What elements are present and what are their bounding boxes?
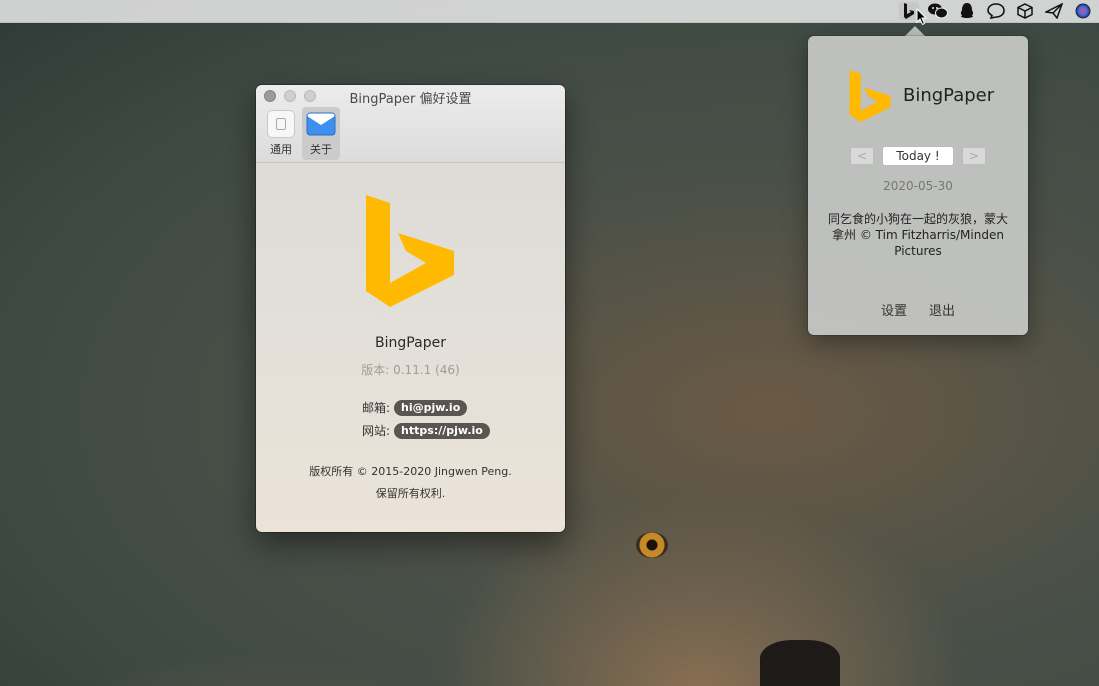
today-button[interactable]: Today !: [882, 146, 954, 166]
chevron-right-icon: >: [968, 149, 980, 163]
previous-day-button[interactable]: <: [850, 147, 874, 165]
email-row: 邮箱: hi@pjw.io: [362, 399, 468, 416]
tab-general-label: 通用: [270, 143, 292, 156]
copyright-line-2: 保留所有权利.: [375, 487, 446, 500]
app-version: 版本: 0.11.1 (46): [361, 363, 460, 377]
window-title: BingPaper 偏好设置: [349, 92, 472, 107]
quit-button[interactable]: 退出: [929, 300, 955, 319]
wechat-icon[interactable]: [928, 2, 948, 20]
status-tray: [899, 2, 1093, 20]
app-name: BingPaper: [375, 335, 446, 351]
website-label: 网站:: [362, 424, 391, 438]
popover-brand: BingPaper: [903, 85, 995, 106]
email-link[interactable]: hi@pjw.io: [394, 399, 468, 416]
website-link[interactable]: https://pjw.io: [394, 422, 490, 439]
preferences-window: BingPaper 偏好设置 通用 关于 BingPaper 版本: 0.11.…: [256, 85, 565, 532]
popover-arrow: [905, 26, 925, 36]
popover-actions: 设置 退出: [808, 300, 1028, 319]
about-icon: [306, 112, 336, 136]
wallpaper-wolf-nose: [760, 640, 840, 686]
preferences-toolbar: 通用 关于: [262, 107, 340, 160]
next-day-button[interactable]: >: [962, 147, 986, 165]
email-label: 邮箱:: [362, 401, 391, 415]
chat-bubble-icon[interactable]: [986, 2, 1006, 20]
wallpaper-date: 2020-05-30: [883, 179, 953, 193]
copyright-line-1: 版权所有 © 2015-2020 Jingwen Peng.: [309, 465, 512, 478]
tab-general[interactable]: 通用: [262, 107, 300, 160]
send-icon[interactable]: [1044, 2, 1064, 20]
wallpaper-description: 同乞食的小狗在一起的灰狼，蒙大拿州 © Tim Fitzharris/Minde…: [828, 212, 1009, 258]
box-icon[interactable]: [1015, 2, 1035, 20]
bingpaper-popover: BingPaper < Today ! > 2020-05-30 同乞食的小狗在…: [808, 36, 1028, 335]
tab-about[interactable]: 关于: [302, 107, 340, 160]
website-row: 网站: https://pjw.io: [362, 422, 490, 439]
qq-icon[interactable]: [957, 2, 977, 20]
about-panel: BingPaper 版本: 0.11.1 (46) 邮箱: hi@pjw.io …: [256, 163, 565, 532]
wallpaper-wolf-eye: [636, 532, 668, 558]
settings-button[interactable]: 设置: [881, 300, 907, 319]
copyright: 版权所有 © 2015-2020 Jingwen Peng. 保留所有权利.: [256, 461, 565, 505]
bing-logo-icon: [366, 195, 454, 307]
chevron-left-icon: <: [856, 149, 868, 163]
bing-logo-small-icon: [849, 70, 891, 122]
tab-about-label: 关于: [310, 143, 332, 156]
siri-icon[interactable]: [1073, 2, 1093, 20]
window-titlebar: BingPaper 偏好设置 通用 关于: [256, 85, 565, 163]
menu-bar: [0, 0, 1099, 23]
general-icon: [267, 110, 295, 138]
